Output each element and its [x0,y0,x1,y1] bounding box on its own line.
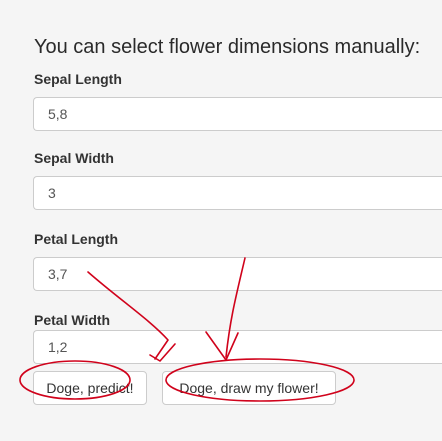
sepal-width-input[interactable]: 3 [33,176,442,210]
petal-width-input[interactable]: 1,2 [33,330,442,364]
petal-width-value: 1,2 [48,339,68,355]
petal-length-label: Petal Length [34,231,119,247]
predict-button[interactable]: Doge, predict! [33,371,147,405]
form-heading: You can select flower dimensions manuall… [34,36,421,58]
sepal-width-value: 3 [48,185,56,201]
sepal-width-label: Sepal Width [34,150,114,166]
petal-length-value: 3,7 [48,266,68,282]
sepal-length-label: Sepal Length [34,71,122,87]
petal-length-input[interactable]: 3,7 [33,257,442,291]
petal-width-label: Petal Width [34,312,111,328]
input-panel: You can select flower dimensions manuall… [20,0,442,441]
draw-flower-button[interactable]: Doge, draw my flower! [162,371,336,405]
sepal-length-input[interactable]: 5,8 [33,97,442,131]
sepal-length-value: 5,8 [48,106,68,122]
